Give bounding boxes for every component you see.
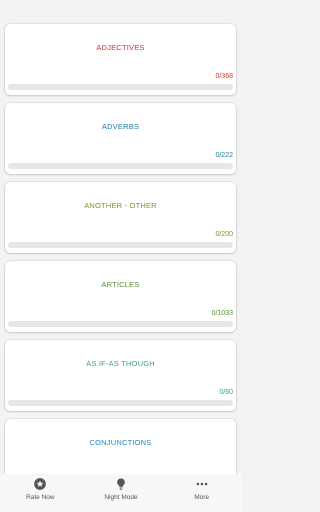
progress-bar <box>8 321 233 327</box>
category-card-another-other[interactable]: ANOTHER - OTHER 0/200 <box>5 182 236 253</box>
category-title: ARTICLES <box>101 280 140 289</box>
night-mode-label: Night Mode <box>104 494 138 501</box>
category-title: ADJECTIVES <box>96 43 145 52</box>
category-progress-count: 0/222 <box>215 152 233 159</box>
progress-bar <box>8 400 233 406</box>
category-progress-count: 0/60 <box>219 389 233 396</box>
category-progress-count: 0/368 <box>215 73 233 80</box>
progress-bar <box>8 84 233 90</box>
category-card-articles[interactable]: ARTICLES 0/1033 <box>5 261 236 332</box>
progress-bar <box>8 242 233 248</box>
category-progress-count: 0/200 <box>215 231 233 238</box>
category-title: AS IF-AS THOUGH <box>86 359 155 368</box>
night-mode-button[interactable]: Night Mode <box>81 477 161 501</box>
category-progress-count: 0/1033 <box>211 310 233 317</box>
category-title: CONJUNCTIONS <box>89 438 152 447</box>
category-card-adverbs[interactable]: ADVERBS 0/222 <box>5 103 236 174</box>
lightbulb-icon <box>117 478 125 490</box>
category-card-as-if-as-though[interactable]: AS IF-AS THOUGH 0/60 <box>5 340 236 411</box>
category-title: ANOTHER - OTHER <box>84 201 157 210</box>
more-dots-icon <box>196 482 208 486</box>
category-title: ADVERBS <box>101 122 140 131</box>
category-card-conjunctions[interactable]: CONJUNCTIONS <box>5 419 236 474</box>
rate-now-button[interactable]: Rate Now <box>0 477 80 501</box>
progress-bar <box>8 163 233 169</box>
star-badge-icon <box>34 478 47 490</box>
category-card-adjectives[interactable]: ADJECTIVES 0/368 <box>5 24 236 95</box>
category-list[interactable]: ADJECTIVES 0/368 ADVERBS 0/222 ANOTHER -… <box>0 0 242 474</box>
more-label: More <box>194 494 210 501</box>
app-root: ADJECTIVES 0/368 ADVERBS 0/222 ANOTHER -… <box>0 0 242 512</box>
rate-now-label: Rate Now <box>26 494 55 501</box>
bottom-navigation: Rate Now Night Mode More <box>0 474 242 512</box>
more-button[interactable]: More <box>162 477 242 501</box>
